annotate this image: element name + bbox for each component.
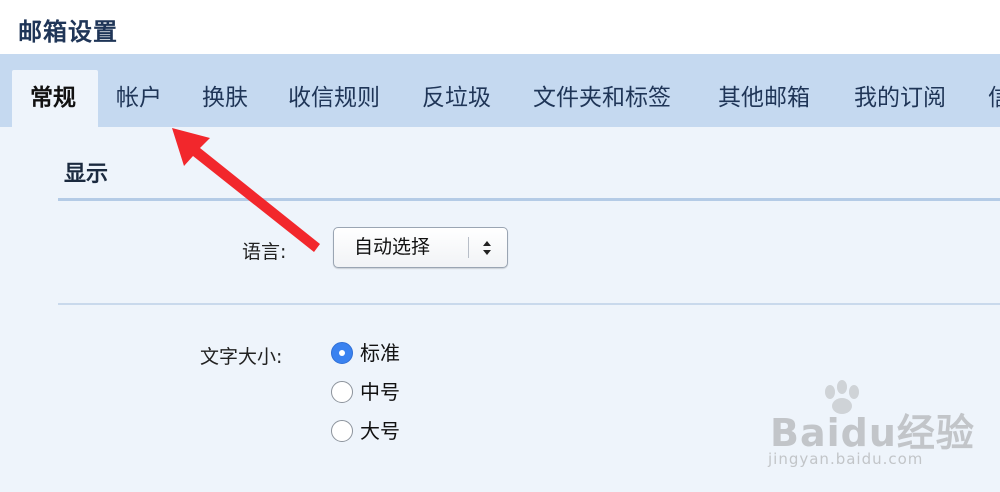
radio-unchecked-icon[interactable] [331, 420, 353, 442]
page-title: 邮箱设置 [18, 18, 118, 46]
radio-label: 大号 [360, 419, 400, 443]
tab-skin[interactable]: 换肤 [202, 70, 248, 127]
font-size-label: 文字大小: [200, 346, 283, 368]
row-divider [58, 303, 1000, 305]
settings-tabbar: 常规 帐户 换肤 收信规则 反垃圾 文件夹和标签 其他邮箱 我的订阅 信 [0, 54, 1000, 127]
language-label: 语言: [242, 241, 287, 263]
tab-account[interactable]: 帐户 [116, 70, 162, 127]
tab-more[interactable]: 信 [988, 70, 1000, 127]
settings-content: 显示 语言: 自动选择 文字大小: 标准 中号 大号 [0, 127, 1000, 492]
select-separator [468, 237, 469, 258]
tab-my-subscriptions[interactable]: 我的订阅 [854, 70, 946, 127]
language-select[interactable]: 自动选择 [333, 227, 508, 268]
radio-unchecked-icon[interactable] [331, 381, 353, 403]
language-select-value: 自动选择 [354, 236, 431, 258]
updown-chevron-icon [483, 241, 491, 255]
tab-other-mailboxes[interactable]: 其他邮箱 [718, 70, 810, 127]
radio-checked-icon[interactable] [331, 342, 353, 364]
tab-anti-spam[interactable]: 反垃圾 [422, 70, 491, 127]
section-divider [58, 198, 1000, 201]
radio-label: 中号 [360, 380, 400, 404]
tab-folders-labels[interactable]: 文件夹和标签 [533, 70, 671, 127]
section-title-display: 显示 [64, 162, 109, 187]
tab-general[interactable]: 常规 [12, 70, 98, 127]
radio-label: 标准 [360, 341, 400, 365]
tab-mail-rules[interactable]: 收信规则 [288, 70, 380, 127]
